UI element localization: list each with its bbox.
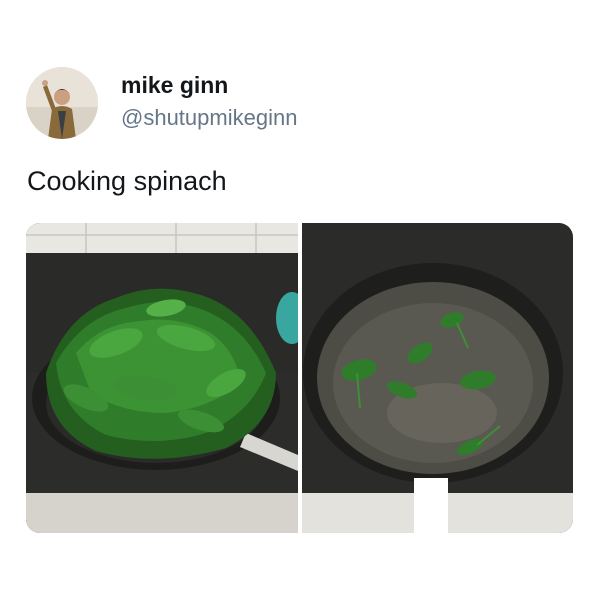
photo-wilted-spinach[interactable]	[301, 223, 573, 533]
author-handle[interactable]: @shutupmikeginn	[121, 105, 297, 131]
author-name[interactable]: mike ginn	[121, 72, 228, 99]
photo-raw-spinach[interactable]	[26, 223, 298, 533]
avatar[interactable]	[26, 67, 98, 139]
tweet-media[interactable]	[26, 223, 573, 533]
avatar-image	[26, 67, 98, 139]
tweet-text: Cooking spinach	[27, 166, 227, 196]
